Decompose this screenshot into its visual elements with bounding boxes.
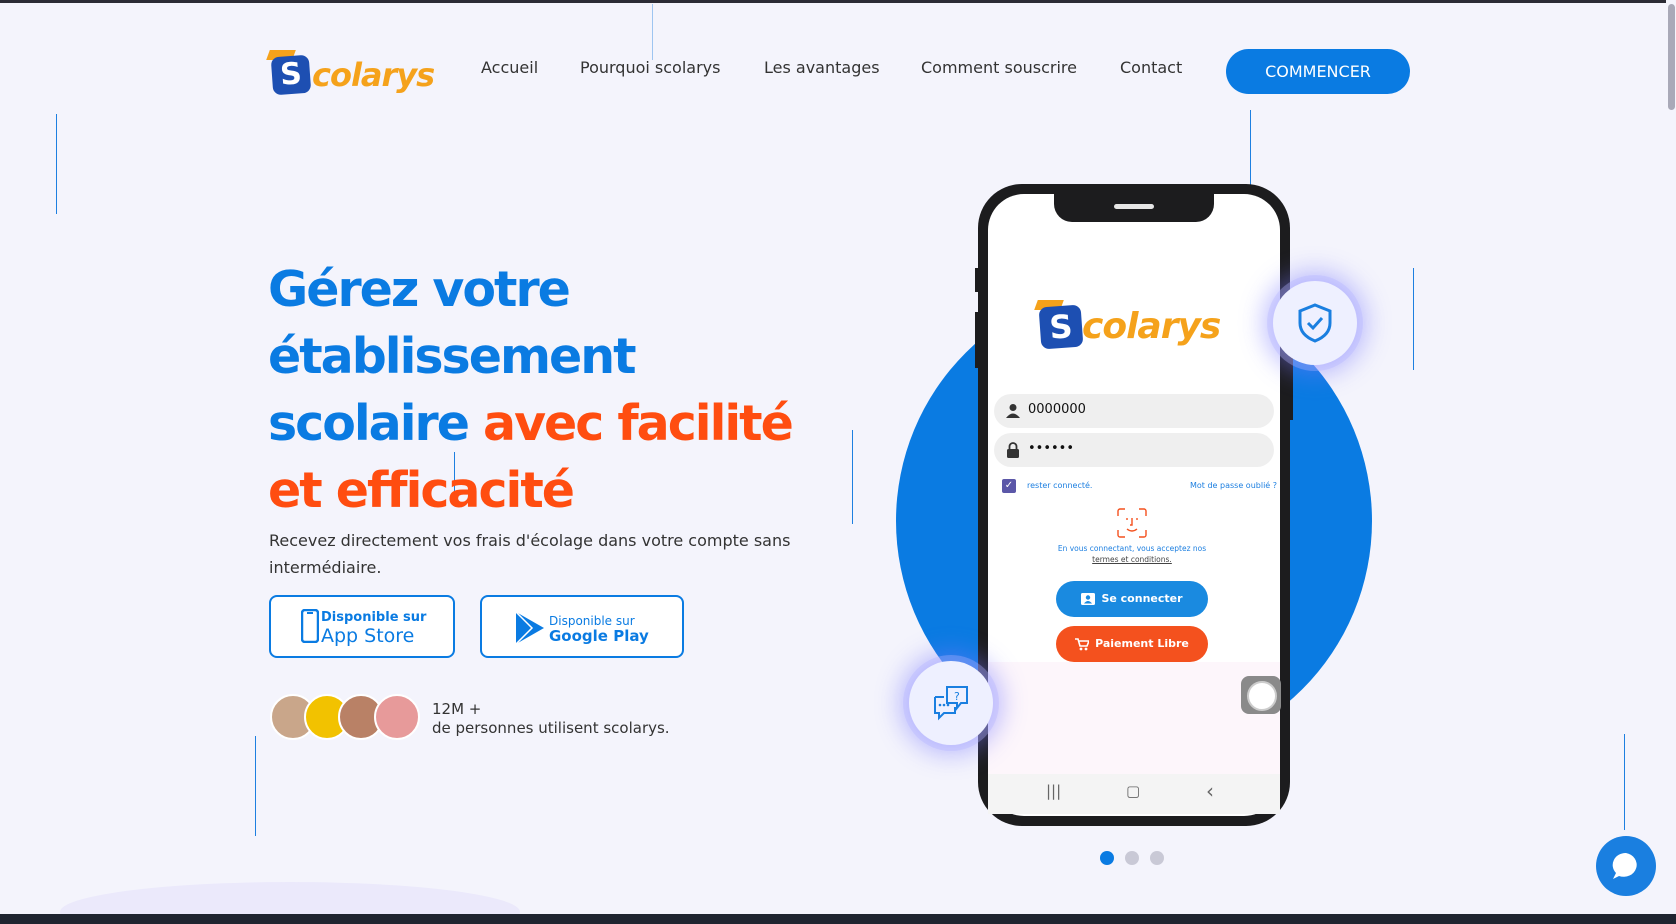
username-field[interactable]: 0000000 — [994, 394, 1274, 428]
logo-letter: S — [270, 54, 312, 96]
login-button[interactable]: Se connecter — [1056, 581, 1208, 617]
lock-icon — [1007, 442, 1019, 458]
security-badge[interactable] — [1273, 281, 1357, 365]
nav-contact[interactable]: Contact — [1120, 58, 1182, 77]
help-badge[interactable]: ? — [909, 661, 993, 745]
assistive-touch-toggle[interactable] — [1241, 676, 1281, 714]
decor-line — [1413, 268, 1414, 370]
phone-speaker — [1114, 204, 1154, 209]
app-logo-letter: S — [1038, 304, 1084, 350]
users-count: 12M + de personnes utilisent scolarys. — [432, 700, 670, 738]
chat-widget-icon — [1612, 852, 1637, 879]
carousel-dot-3[interactable] — [1150, 851, 1164, 865]
home-icon[interactable]: ▢ — [1126, 782, 1140, 800]
google-play-icon — [515, 611, 544, 645]
app-logo: S colarys — [1032, 298, 1221, 354]
nav-les-avantages[interactable]: Les avantages — [764, 58, 880, 77]
decor-line — [56, 114, 57, 214]
cart-icon — [1075, 637, 1091, 650]
password-field[interactable]: •••••• — [994, 433, 1274, 467]
free-payment-button-label: Paiement Libre — [1095, 637, 1189, 650]
google-play-small-text: Disponible sur — [549, 614, 635, 628]
scolarys-logo[interactable]: S colarys — [266, 50, 435, 100]
google-play-big-text: Google Play — [549, 627, 649, 645]
hero-title: Gérez votre établissement scolaire avec … — [268, 256, 848, 524]
terms-link[interactable]: termes et conditions. — [1092, 555, 1172, 564]
phone-screen-footer — [988, 662, 1280, 774]
os-taskbar — [0, 914, 1676, 924]
decor-line — [255, 736, 256, 836]
google-play-button[interactable]: Disponible sur Google Play — [480, 595, 684, 658]
scrollbar-thumb[interactable] — [1668, 4, 1675, 110]
nav-pourquoi-scolarys[interactable]: Pourquoi scolarys — [580, 58, 720, 77]
decor-line — [1624, 734, 1625, 830]
id-card-icon — [1081, 593, 1096, 605]
face-id-icon[interactable] — [1116, 507, 1148, 539]
chat-widget-button[interactable] — [1596, 836, 1656, 896]
decor-line — [652, 4, 653, 60]
hero-subtitle: Recevez directement vos frais d'écolage … — [269, 531, 791, 577]
password-value: •••••• — [1028, 441, 1075, 456]
svg-text:?: ? — [954, 690, 960, 703]
avatar — [374, 694, 420, 740]
nav-accueil[interactable]: Accueil — [481, 58, 538, 77]
remember-checkbox[interactable]: ✓ — [1002, 479, 1016, 493]
remember-label: rester connecté. — [1027, 481, 1093, 490]
back-icon[interactable]: ‹ — [1206, 779, 1214, 803]
decor-line — [1250, 110, 1251, 190]
scrollbar-track[interactable] — [1666, 0, 1676, 914]
login-button-label: Se connecter — [1101, 592, 1183, 605]
terms-text: En vous connectant, vous acceptez nos te… — [1040, 543, 1224, 565]
commencer-button[interactable]: COMMENCER — [1226, 49, 1410, 94]
carousel-dot-2[interactable] — [1125, 851, 1139, 865]
recent-apps-icon[interactable]: ||| — [1046, 782, 1061, 800]
browser-top-edge — [0, 0, 1676, 3]
app-store-button[interactable]: Disponible sur App Store — [269, 595, 455, 658]
smartphone-icon — [301, 609, 319, 643]
chat-help-icon: ? — [934, 686, 968, 721]
user-avatars — [270, 694, 426, 744]
carousel-dot-1[interactable] — [1100, 851, 1114, 865]
nav-comment-souscrire[interactable]: Comment souscrire — [921, 58, 1077, 77]
android-nav-bar: ||| ▢ ‹ — [988, 774, 1280, 814]
free-payment-button[interactable]: Paiement Libre — [1056, 626, 1208, 662]
app-store-small-text: Disponible sur — [321, 610, 427, 625]
user-icon — [1006, 404, 1020, 418]
username-value: 0000000 — [1028, 402, 1086, 417]
shield-check-icon — [1298, 303, 1332, 343]
app-logo-text: colarys — [1082, 306, 1221, 347]
users-count-number: 12M + — [432, 700, 482, 718]
users-count-text: de personnes utilisent scolarys. — [432, 719, 670, 737]
terms-prefix: En vous connectant, vous acceptez nos — [1057, 544, 1207, 553]
decor-line — [852, 430, 853, 524]
app-store-big-text: App Store — [321, 625, 415, 647]
logo-text: colarys — [312, 56, 435, 94]
forgot-password-link[interactable]: Mot de passe oublié ? — [1190, 481, 1277, 490]
